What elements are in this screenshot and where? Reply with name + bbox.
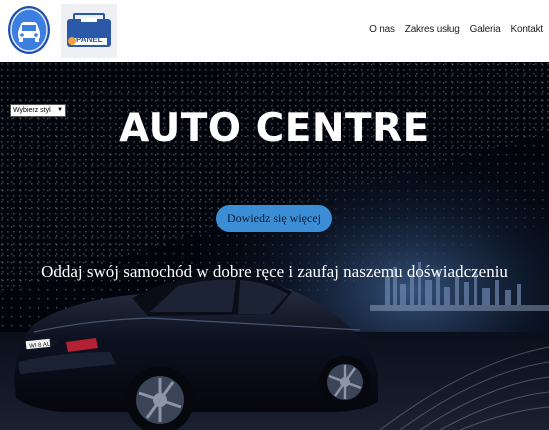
nav-link-about[interactable]: O nas — [369, 24, 395, 35]
car-logo-icon[interactable] — [7, 5, 51, 55]
hero-section: WI 8 AUDI Wybierz styl ▼ AUTO CENTRE Dow — [0, 62, 549, 430]
cpanel-logo[interactable]: PANEL — [61, 4, 117, 58]
learn-more-button[interactable]: Dowiedz się więcej — [216, 205, 332, 232]
hero-title: AUTO CENTRE — [119, 106, 430, 151]
cpanel-logo-text: PANEL — [76, 35, 103, 44]
main-nav: O nas Zakres usług Galeria Kontakt — [369, 24, 543, 35]
hero-tagline: Oddaj swój samochód w dobre ręce i zaufa… — [41, 262, 508, 281]
site-header: PANEL O nas Zakres usług Galeria Kontakt — [0, 0, 549, 62]
nav-link-services[interactable]: Zakres usług — [405, 24, 460, 35]
nav-link-contact[interactable]: Kontakt — [510, 24, 543, 35]
nav-link-gallery[interactable]: Galeria — [470, 24, 501, 35]
briefcase-icon — [67, 13, 111, 47]
